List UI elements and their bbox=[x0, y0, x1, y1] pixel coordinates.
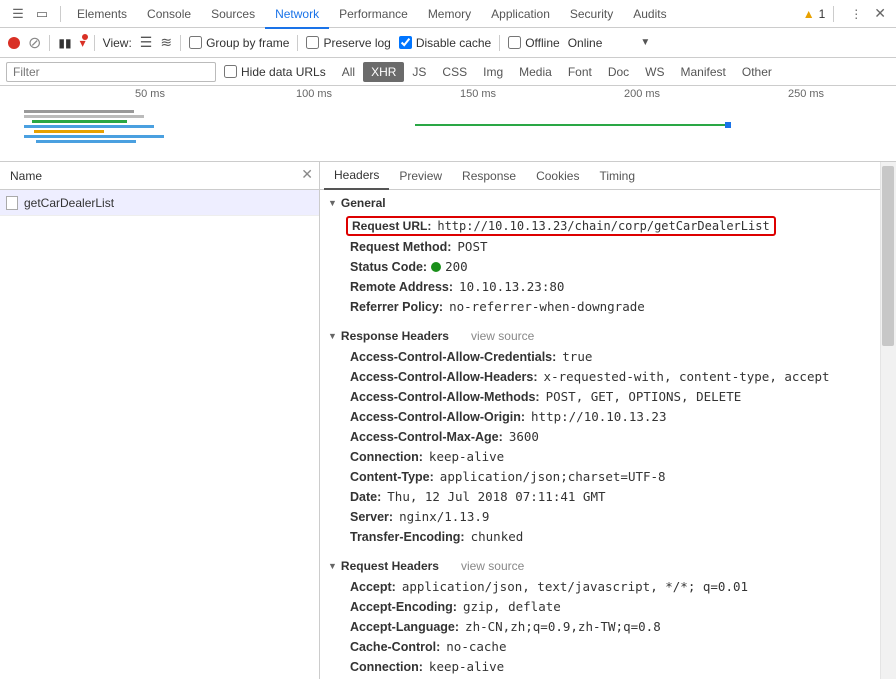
header-row: Accept-Language:zh-CN,zh;q=0.9,zh-TW;q=0… bbox=[322, 617, 896, 637]
warning-icon[interactable]: ▲ bbox=[803, 7, 815, 21]
details-tab-response[interactable]: Response bbox=[452, 163, 526, 189]
record-icon[interactable] bbox=[8, 37, 20, 49]
header-row: Cache-Control:no-cache bbox=[322, 637, 896, 657]
header-row: Access-Control-Allow-Methods:POST, GET, … bbox=[322, 387, 896, 407]
request-details: HeadersPreviewResponseCookiesTiming ▼ Ge… bbox=[320, 162, 896, 679]
throttle-select[interactable]: Online bbox=[568, 36, 603, 50]
section-request-headers[interactable]: ▼ Request Headers view source bbox=[322, 555, 896, 577]
devtools-main-tabs: ☰ ▭ ElementsConsoleSourcesNetworkPerform… bbox=[0, 0, 896, 28]
large-rows-icon[interactable]: ☰ bbox=[140, 34, 153, 51]
filter-input[interactable] bbox=[6, 62, 216, 82]
type-tab-doc[interactable]: Doc bbox=[600, 62, 637, 82]
type-filter-tabs: AllXHRJSCSSImgMediaFontDocWSManifestOthe… bbox=[334, 62, 780, 82]
close-devtools-icon[interactable]: ✕ bbox=[870, 5, 890, 22]
device-icon[interactable]: ▭ bbox=[30, 6, 54, 22]
view-source-link[interactable]: view source bbox=[471, 329, 534, 343]
details-tab-cookies[interactable]: Cookies bbox=[526, 163, 589, 189]
inspect-icon[interactable]: ☰ bbox=[6, 6, 30, 22]
view-label: View: bbox=[103, 36, 132, 50]
offline-checkbox[interactable]: Offline bbox=[508, 36, 559, 50]
details-tab-preview[interactable]: Preview bbox=[389, 163, 452, 189]
triangle-down-icon: ▼ bbox=[328, 561, 337, 571]
timeline-overview[interactable]: 50 ms 100 ms 150 ms 200 ms 250 ms bbox=[0, 86, 896, 162]
waterfall-bars bbox=[24, 108, 164, 145]
header-row: Access-Control-Allow-Credentials:true bbox=[322, 347, 896, 367]
network-content: Name ✕ getCarDealerList HeadersPreviewRe… bbox=[0, 162, 896, 679]
close-details-icon[interactable]: ✕ bbox=[301, 166, 313, 183]
network-toolbar: ⊘ ▮▮ ▾ View: ☰ ≋ Group by frame Preserve… bbox=[0, 28, 896, 58]
section-response-headers[interactable]: ▼ Response Headers view source bbox=[322, 325, 896, 347]
overview-icon[interactable]: ≋ bbox=[160, 34, 172, 51]
main-tab-elements[interactable]: Elements bbox=[67, 1, 137, 29]
main-tab-performance[interactable]: Performance bbox=[329, 1, 418, 29]
type-tab-css[interactable]: CSS bbox=[434, 62, 475, 82]
view-source-link[interactable]: view source bbox=[461, 559, 524, 573]
main-tab-audits[interactable]: Audits bbox=[623, 1, 676, 29]
triangle-down-icon: ▼ bbox=[328, 331, 337, 341]
chevron-down-icon[interactable]: ▼ bbox=[640, 37, 650, 48]
triangle-down-icon: ▼ bbox=[328, 198, 337, 208]
header-row: Server:nginx/1.13.9 bbox=[322, 507, 896, 527]
type-tab-other[interactable]: Other bbox=[734, 62, 780, 82]
preserve-log-checkbox[interactable]: Preserve log bbox=[306, 36, 390, 50]
header-row: Access-Control-Allow-Headers:x-requested… bbox=[322, 367, 896, 387]
header-row: Content-Type:application/json;charset=UT… bbox=[322, 467, 896, 487]
clear-icon[interactable]: ⊘ bbox=[28, 33, 41, 53]
group-by-frame-checkbox[interactable]: Group by frame bbox=[189, 36, 289, 50]
type-tab-manifest[interactable]: Manifest bbox=[673, 62, 734, 82]
header-row: Connection:keep-alive bbox=[322, 447, 896, 467]
main-tab-sources[interactable]: Sources bbox=[201, 1, 265, 29]
header-row: Accept-Encoding:gzip, deflate bbox=[322, 597, 896, 617]
header-row: Access-Control-Max-Age:3600 bbox=[322, 427, 896, 447]
main-tab-application[interactable]: Application bbox=[481, 1, 560, 29]
file-icon bbox=[6, 196, 18, 210]
kebab-menu-icon[interactable]: ⋮ bbox=[842, 7, 870, 21]
header-row: Date:Thu, 12 Jul 2018 07:11:41 GMT bbox=[322, 487, 896, 507]
headers-panel: ▼ General Request URL:http://10.10.13.23… bbox=[320, 190, 896, 679]
main-tab-console[interactable]: Console bbox=[137, 1, 201, 29]
details-tabs: HeadersPreviewResponseCookiesTiming bbox=[320, 162, 896, 190]
warning-count[interactable]: 1 bbox=[819, 7, 826, 21]
section-general[interactable]: ▼ General bbox=[322, 192, 896, 214]
main-tab-network[interactable]: Network bbox=[265, 1, 329, 29]
filter-row: Hide data URLs AllXHRJSCSSImgMediaFontDo… bbox=[0, 58, 896, 86]
status-dot-icon bbox=[431, 262, 441, 272]
header-row: Accept:application/json, text/javascript… bbox=[322, 577, 896, 597]
details-tab-timing[interactable]: Timing bbox=[589, 163, 645, 189]
type-tab-all[interactable]: All bbox=[334, 62, 363, 82]
type-tab-js[interactable]: JS bbox=[404, 62, 434, 82]
scrollbar[interactable] bbox=[880, 162, 896, 679]
request-list: Name ✕ getCarDealerList bbox=[0, 162, 320, 679]
disable-cache-checkbox[interactable]: Disable cache bbox=[399, 36, 491, 50]
main-tab-memory[interactable]: Memory bbox=[418, 1, 481, 29]
header-row: Access-Control-Allow-Origin:http://10.10… bbox=[322, 407, 896, 427]
request-list-header: Name ✕ bbox=[0, 162, 319, 190]
header-row: Connection:keep-alive bbox=[322, 657, 896, 677]
header-row: Transfer-Encoding:chunked bbox=[322, 527, 896, 547]
type-tab-font[interactable]: Font bbox=[560, 62, 600, 82]
type-tab-img[interactable]: Img bbox=[475, 62, 511, 82]
request-row[interactable]: getCarDealerList bbox=[0, 190, 319, 216]
scroll-thumb[interactable] bbox=[882, 166, 894, 346]
main-tab-security[interactable]: Security bbox=[560, 1, 623, 29]
filter-icon[interactable]: ▾ bbox=[80, 36, 86, 50]
type-tab-ws[interactable]: WS bbox=[637, 62, 672, 82]
screenshot-icon[interactable]: ▮▮ bbox=[58, 36, 71, 50]
request-url-highlight: Request URL:http://10.10.13.23/chain/cor… bbox=[346, 216, 776, 236]
details-tab-headers[interactable]: Headers bbox=[324, 162, 389, 190]
request-name: getCarDealerList bbox=[24, 196, 114, 210]
type-tab-xhr[interactable]: XHR bbox=[363, 62, 404, 82]
type-tab-media[interactable]: Media bbox=[511, 62, 560, 82]
hide-data-urls-checkbox[interactable]: Hide data URLs bbox=[224, 65, 326, 79]
